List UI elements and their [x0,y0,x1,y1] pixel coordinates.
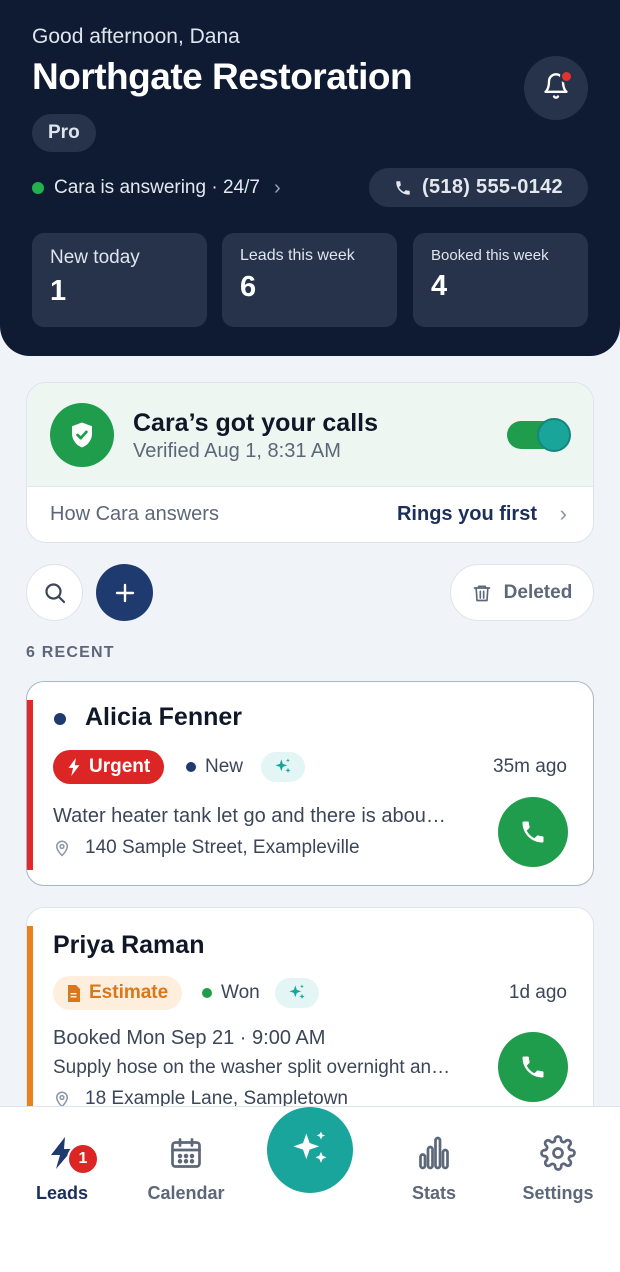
lead-name: Priya Raman [53,931,205,959]
lead-booked-time: Booked Mon Sep 21 · 9:00 AM [53,1027,326,1049]
stat-value: 6 [240,271,257,303]
answering-status[interactable]: Cara is answering · 24/7 › [32,176,281,200]
bar-chart-icon [379,1125,489,1181]
stat-label: Leads this week [240,247,355,264]
how-cara-answers-label: How Cara answers [50,503,219,525]
sparkle-icon [275,758,291,773]
phone-icon [396,180,410,195]
recent-count-label: 6 RECENT [26,644,115,661]
chevron-right-icon: › [559,501,567,526]
search-icon [44,582,65,603]
cara-verified-text: Verified Aug 1, 8:31 AM [133,440,341,462]
nav-label: Leads [35,1183,89,1203]
stat-booked-this-week[interactable]: Booked this week 4 [413,233,588,327]
ai-summary-chip [261,752,305,782]
stage-dot [202,988,212,998]
status-dot [32,182,44,194]
phone-icon [522,1056,544,1078]
lead-time-ago: 35m ago [493,756,567,777]
stat-value: 1 [50,275,67,307]
stat-value: 4 [431,270,448,302]
deleted-label: Deleted [503,581,573,603]
status-text: Cara is answering · 24/7 [54,177,260,198]
header: Good afternoon, Dana Northgate Restorati… [0,0,620,356]
stage-dot [186,762,196,772]
unread-dot [54,713,66,725]
map-pin-icon [55,840,69,857]
tag-label: Estimate [89,982,169,1003]
stat-label: Booked this week [431,247,549,264]
lead-card[interactable]: Priya Raman Estimate Won 1d ago Booked M… [26,907,594,1137]
tag-label: Urgent [89,756,151,777]
search-button[interactable] [26,564,83,621]
lead-card[interactable]: Alicia Fenner Urgent New 35m ago Water h… [26,681,594,886]
nav-label: Settings [522,1183,594,1203]
lead-time-ago: 1d ago [508,982,567,1003]
stat-leads-this-week[interactable]: Leads this week 6 [222,233,397,327]
ai-summary-chip [275,978,319,1008]
lightning-icon [7,1125,117,1181]
cara-status-card: Cara’s got your calls Verified Aug 1, 8:… [26,382,594,543]
nav-leads[interactable]: 1 Leads [7,1125,117,1204]
nav-settings[interactable]: Settings [503,1125,613,1204]
nav-calendar[interactable]: Calendar [131,1125,241,1204]
trash-icon [473,585,491,601]
stat-new-today[interactable]: New today 1 [32,233,207,327]
plan-badge: Pro [32,114,96,152]
lead-summary: Supply hose on the washer split overnigh… [53,1057,451,1078]
plus-icon [115,583,134,602]
phone-icon [522,821,544,843]
document-icon [68,984,80,1002]
lead-address: 140 Sample Street, Exampleville [53,837,360,859]
nav-stats[interactable]: Stats [379,1125,489,1204]
business-name: Northgate Restoration [32,56,413,97]
lead-summary: Water heater tank let go and there is ab… [53,805,446,827]
address-text: 140 Sample Street, Exampleville [85,837,360,858]
lightning-icon [68,758,80,776]
cara-status-section: Cara’s got your calls Verified Aug 1, 8:… [27,383,593,487]
leads-badge: 1 [67,1143,99,1175]
greeting: Good afternoon, Dana [32,25,240,48]
cara-title: Cara’s got your calls [133,409,378,437]
lead-stage: Won [202,982,260,1004]
nav-label: Stats [411,1183,456,1203]
call-button[interactable] [498,1032,568,1102]
phone-number-pill[interactable]: (518) 555-0142 [369,168,588,207]
phone-number: (518) 555-0142 [422,176,563,198]
cara-answering-toggle[interactable] [507,418,571,452]
estimate-tag: Estimate [53,976,183,1010]
stat-label: New today [50,247,140,268]
deleted-button[interactable]: Deleted [450,564,594,621]
gear-icon [503,1125,613,1181]
notification-dot [560,70,573,83]
call-button[interactable] [498,797,568,867]
sparkle-icon [293,1131,327,1163]
lead-name: Alicia Fenner [85,703,242,731]
stage-label: Won [221,982,260,1003]
notifications-button[interactable] [524,56,588,120]
chevron-right-icon: › [273,176,281,199]
stage-label: New [205,756,244,777]
urgency-accent-bar [27,700,33,870]
nav-label: Calendar [147,1183,225,1203]
toggle-knob [537,418,571,452]
how-cara-answers-value: Rings you first [396,503,537,525]
ai-assistant-button[interactable] [267,1107,353,1193]
lead-stage: New [186,756,243,778]
sparkle-icon [289,984,305,999]
shield-check-icon [50,403,114,467]
calendar-icon [131,1125,241,1181]
urgent-tag: Urgent [53,750,165,784]
add-lead-button[interactable] [96,564,153,621]
